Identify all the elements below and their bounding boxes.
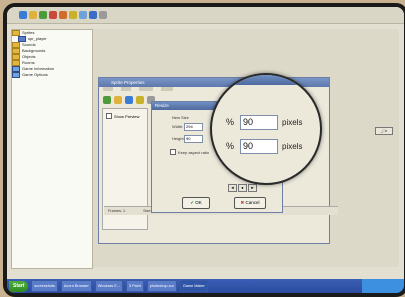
object-icon[interactable] xyxy=(99,11,107,19)
width-input[interactable]: 294 xyxy=(184,123,203,131)
cross-icon: ✖ xyxy=(240,200,245,205)
width-unit-label: pixels xyxy=(282,118,303,127)
anchor-center-icon[interactable]: ● xyxy=(238,184,247,192)
screenshot-frame: Sprites spr_player Sounds Backgrounds Ob… xyxy=(3,3,405,297)
height-unit-label: pixels xyxy=(282,142,303,151)
status-frames: Frames: 1 xyxy=(108,209,126,213)
menu-edit[interactable] xyxy=(121,87,131,91)
menu-images[interactable] xyxy=(161,87,173,91)
save-icon[interactable] xyxy=(39,11,47,19)
taskbar-item[interactable]: Acorn Browser xyxy=(60,280,92,292)
taskbar-item-active[interactable]: Game Maker xyxy=(179,280,208,292)
anchor-left-icon[interactable]: ◄ xyxy=(228,184,237,192)
zoom-magnifier: % 90 pixels % 90 pixels xyxy=(210,73,322,185)
anchor-right-icon[interactable]: ► xyxy=(248,184,257,192)
show-preview-label: Show Preview xyxy=(114,113,140,119)
ok-button[interactable]: ✔ OK xyxy=(182,197,210,209)
width-label: Width: xyxy=(172,124,184,129)
taskbar-item[interactable]: photoshop.cur xyxy=(146,280,177,292)
confirm-icon[interactable] xyxy=(103,96,111,104)
run-icon[interactable] xyxy=(49,11,57,19)
new-size-label: New Size xyxy=(172,115,189,120)
show-preview-checkbox[interactable] xyxy=(106,113,112,119)
system-tray xyxy=(362,279,404,293)
sprite-icon[interactable] xyxy=(69,11,77,19)
taskbar-item[interactable]: 3 Paint xyxy=(125,280,144,292)
keep-aspect-checkbox[interactable] xyxy=(170,149,176,155)
add-icon[interactable] xyxy=(136,96,144,104)
window-controls[interactable]: _□× xyxy=(375,127,393,135)
height-input[interactable]: 90 xyxy=(184,135,203,143)
new-icon[interactable] xyxy=(19,11,27,19)
sound-icon[interactable] xyxy=(79,11,87,19)
magnified-height-input[interactable]: 90 xyxy=(240,139,278,154)
menu-transform[interactable] xyxy=(139,87,153,91)
open-icon[interactable] xyxy=(114,96,122,104)
resource-tree: Sprites spr_player Sounds Backgrounds Ob… xyxy=(11,29,93,269)
taskbar: Start screenshots Acorn Browser Windows … xyxy=(7,279,404,293)
keep-aspect-row: Keep aspect ratio xyxy=(170,149,209,155)
width-percent-label: % xyxy=(226,117,235,127)
magnified-width-input[interactable]: 90 xyxy=(240,115,278,130)
keep-aspect-label: Keep aspect ratio xyxy=(178,149,210,155)
save-icon[interactable] xyxy=(125,96,133,104)
check-icon: ✔ xyxy=(190,200,194,205)
debug-icon[interactable] xyxy=(59,11,67,19)
background-icon[interactable] xyxy=(89,11,97,19)
magnified-title-bar xyxy=(212,75,320,85)
tree-item-game-options[interactable]: Game Options xyxy=(12,72,92,78)
cancel-button[interactable]: ✖ Cancel xyxy=(234,197,266,209)
start-button[interactable]: Start xyxy=(9,280,29,292)
menu-file[interactable] xyxy=(103,87,113,91)
options-icon xyxy=(12,72,20,78)
open-icon[interactable] xyxy=(29,11,37,19)
taskbar-item[interactable]: Windows E... xyxy=(94,280,123,292)
main-toolbar xyxy=(7,7,404,24)
height-label: Height: xyxy=(172,136,185,141)
taskbar-item[interactable]: screenshots xyxy=(31,280,58,292)
height-percent-label: % xyxy=(226,141,235,151)
